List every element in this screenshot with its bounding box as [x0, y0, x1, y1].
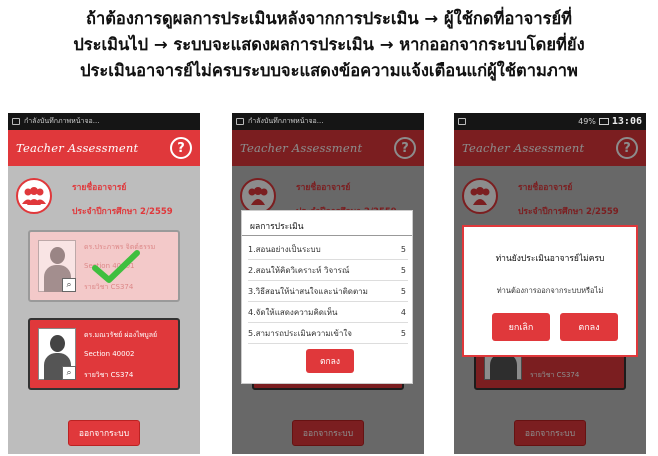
- check-icon: [92, 250, 140, 283]
- phone-screen-1: กำลังบันทึกภาพหน้าจอ... Teacher Assessme…: [8, 113, 200, 454]
- evaluation-result-dialog: ผลการประเมิน 1.สอนอย่างเป็นระบบ 5 2.สอนให…: [241, 210, 413, 384]
- confirm-logout-button[interactable]: ตกลง: [560, 313, 618, 341]
- criterion-label: 2.สอนให้คิดวิเคราะห์ วิจารณ์: [248, 266, 350, 275]
- status-bar: 49% 13:06: [454, 113, 646, 130]
- zoom-icon[interactable]: ⌕: [62, 366, 76, 380]
- criterion-score: 5: [400, 266, 406, 275]
- battery-percent: 49%: [578, 117, 596, 126]
- clock: 13:06: [611, 116, 642, 127]
- screenshot-notification-icon: [458, 118, 466, 125]
- divider: [242, 235, 412, 236]
- screenshot-notification-icon: [236, 118, 244, 125]
- result-row: 5.สามารถประเมินความเข้าใจ 5: [248, 324, 408, 344]
- cancel-button[interactable]: ยกเลิก: [492, 313, 550, 341]
- criterion-score: 5: [400, 287, 406, 296]
- list-subtitle: ประจำปีการศึกษา 2/2559: [72, 207, 173, 217]
- teacher-section: Section 40002: [84, 350, 135, 358]
- teacher-name: ดร.มณวรัชย์ ผ่องไพบูลย์: [84, 331, 158, 339]
- screenshot-notification-icon: [12, 118, 20, 125]
- status-bar: กำลังบันทึกภาพหน้าจอ...: [232, 113, 424, 130]
- criterion-label: 1.สอนอย่างเป็นระบบ: [248, 245, 321, 254]
- dialog-title: ผลการประเมิน: [250, 222, 304, 232]
- app-title: Teacher Assessment: [16, 141, 139, 155]
- status-bar: กำลังบันทึกภาพหน้าจอ...: [8, 113, 200, 130]
- criterion-score: 5: [400, 329, 406, 338]
- alert-message: ท่านต้องการออกจากระบบหรือไม่: [496, 286, 604, 295]
- criterion-score: 5: [400, 245, 406, 254]
- users-icon: [16, 178, 52, 214]
- status-notification-text: กำลังบันทึกภาพหน้าจอ...: [248, 117, 324, 125]
- status-notification-text: กำลังบันทึกภาพหน้าจอ...: [24, 117, 100, 125]
- zoom-icon[interactable]: ⌕: [62, 278, 76, 292]
- battery-icon: [598, 118, 609, 125]
- incomplete-evaluation-alert: ท่านยังประเมินอาจารย์ไม่ครบ ท่านต้องการอ…: [462, 225, 638, 357]
- result-row: 2.สอนให้คิดวิเคราะห์ วิจารณ์ 5: [248, 261, 408, 281]
- alert-title: ท่านยังประเมินอาจารย์ไม่ครบ: [495, 254, 605, 264]
- caption-line-2: ประเมินไป → ระบบจะแสดงผลการประเมิน → หาก…: [73, 35, 585, 54]
- teacher-list-view: รายชื่ออาจารย์ ประจำปีการศึกษา 2/2559 ⌕ …: [8, 166, 200, 454]
- teacher-card-1[interactable]: ⌕ ดร.ประภาพร จิตต์ธรรม Section 40001 ราย…: [28, 230, 180, 302]
- criterion-label: 3.วิธีสอนให้น่าสนใจและน่าติดตาม: [248, 287, 368, 296]
- phone-screen-3: 49% 13:06 Teacher Assessment ? รายชื่ออา…: [454, 113, 646, 454]
- list-title: รายชื่ออาจารย์: [72, 183, 127, 193]
- app-bar: Teacher Assessment ?: [8, 130, 200, 166]
- teacher-subject: รายวิชา CS374: [84, 371, 134, 379]
- result-row: 4.จัดให้แสดงความคิดเห็น 4: [248, 303, 408, 323]
- criterion-score: 4: [400, 308, 406, 317]
- instruction-caption: ถ้าต้องการดูผลการประเมินหลังจากการประเมิ…: [0, 6, 658, 84]
- phone-screen-2: กำลังบันทึกภาพหน้าจอ... Teacher Assessme…: [232, 113, 424, 454]
- result-row: 1.สอนอย่างเป็นระบบ 5: [248, 240, 408, 260]
- criterion-label: 4.จัดให้แสดงความคิดเห็น: [248, 308, 338, 317]
- status-icons: 49% 13:06: [578, 116, 642, 127]
- ok-button[interactable]: ตกลง: [306, 349, 354, 373]
- criterion-label: 5.สามารถประเมินความเข้าใจ: [248, 329, 352, 338]
- caption-line-1: ถ้าต้องการดูผลการประเมินหลังจากการประเมิ…: [85, 9, 573, 28]
- logout-button[interactable]: ออกจากระบบ: [68, 420, 140, 446]
- teacher-card-2[interactable]: ⌕ ดร.มณวรัชย์ ผ่องไพบูลย์ Section 40002 …: [28, 318, 180, 390]
- help-button[interactable]: ?: [170, 137, 192, 159]
- result-row: 3.วิธีสอนให้น่าสนใจและน่าติดตาม 5: [248, 282, 408, 302]
- caption-line-3: ประเมินอาจารย์ไม่ครบระบบจะแสดงข้อความแจ้…: [80, 61, 578, 80]
